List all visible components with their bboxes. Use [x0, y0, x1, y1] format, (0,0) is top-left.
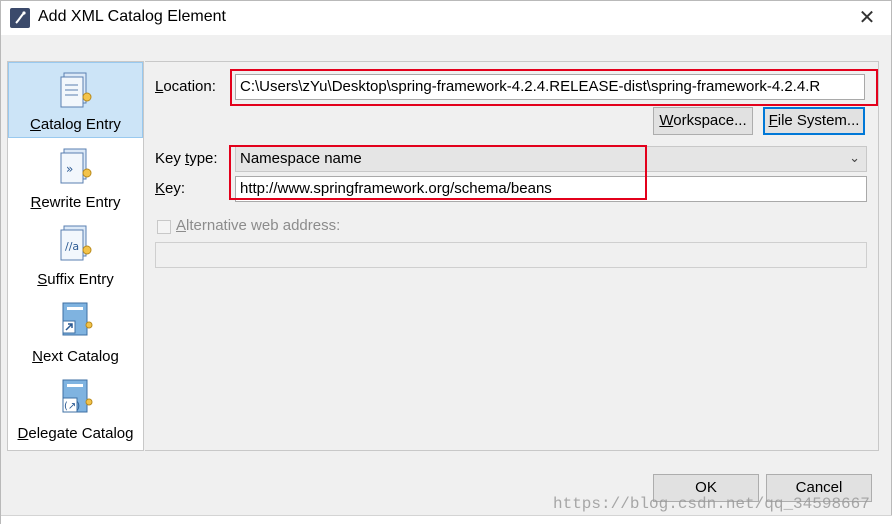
entry-form-panel: Location: C:\Users\zYu\Desktop\spring-fr… — [145, 61, 879, 451]
eclipse-app-icon — [10, 8, 30, 28]
category-list: Catalog Entry » Rewrite Entry //a Suffix… — [7, 61, 144, 451]
category-delegate-catalog[interactable]: (↗) Delegate Catalog — [8, 370, 143, 446]
category-label: Rewrite Entry — [30, 194, 121, 211]
delegate-catalog-icon: (↗) — [62, 379, 92, 413]
category-label: Next Catalog — [32, 348, 119, 365]
location-label: Location: — [155, 78, 216, 95]
alternative-web-address-input[interactable] — [155, 242, 867, 268]
location-input[interactable]: C:\Users\zYu\Desktop\spring-framework-4.… — [235, 74, 865, 100]
close-icon: ✕ — [858, 7, 876, 29]
dialog-title: Add XML Catalog Element — [38, 8, 226, 25]
category-catalog-entry[interactable]: Catalog Entry — [8, 62, 143, 138]
catalog-entry-icon — [60, 72, 91, 108]
category-next-catalog[interactable]: Next Catalog — [8, 293, 143, 369]
chevron-down-icon: ⌄ — [849, 150, 860, 165]
taskbar-strip — [1, 515, 892, 524]
key-type-label: Key type: — [155, 150, 218, 167]
key-label: Key: — [155, 180, 186, 197]
svg-text://a: //a — [65, 240, 79, 253]
next-catalog-icon — [62, 302, 92, 336]
key-type-select[interactable]: Namespace name ⌄ — [235, 146, 867, 172]
key-type-value: Namespace name — [240, 150, 362, 167]
alternative-web-address-checkbox[interactable] — [157, 220, 171, 234]
rewrite-entry-icon: » — [60, 148, 91, 184]
close-button[interactable]: ✕ — [853, 5, 881, 31]
category-rewrite-entry[interactable]: » Rewrite Entry — [8, 139, 143, 215]
title-bar: Add XML Catalog Element ✕ — [1, 1, 891, 35]
workspace-button[interactable]: Workspace... — [653, 107, 753, 135]
add-xml-catalog-dialog: Add XML Catalog Element ✕ Catalog Entry … — [0, 0, 892, 524]
key-input[interactable]: http://www.springframework.org/schema/be… — [235, 176, 867, 202]
svg-text:(↗): (↗) — [64, 401, 80, 412]
alternative-web-address-label: Alternative web address: — [176, 217, 341, 234]
category-label: Suffix Entry — [37, 271, 114, 288]
watermark-text: https://blog.csdn.net/qq_34598667 — [553, 495, 870, 513]
category-label: Catalog Entry — [30, 116, 121, 133]
category-suffix-entry[interactable]: //a Suffix Entry — [8, 216, 143, 292]
file-system-button[interactable]: File System... — [763, 107, 865, 135]
suffix-entry-icon: //a — [60, 225, 91, 261]
svg-text:»: » — [66, 162, 73, 176]
category-label: Delegate Catalog — [17, 425, 134, 442]
